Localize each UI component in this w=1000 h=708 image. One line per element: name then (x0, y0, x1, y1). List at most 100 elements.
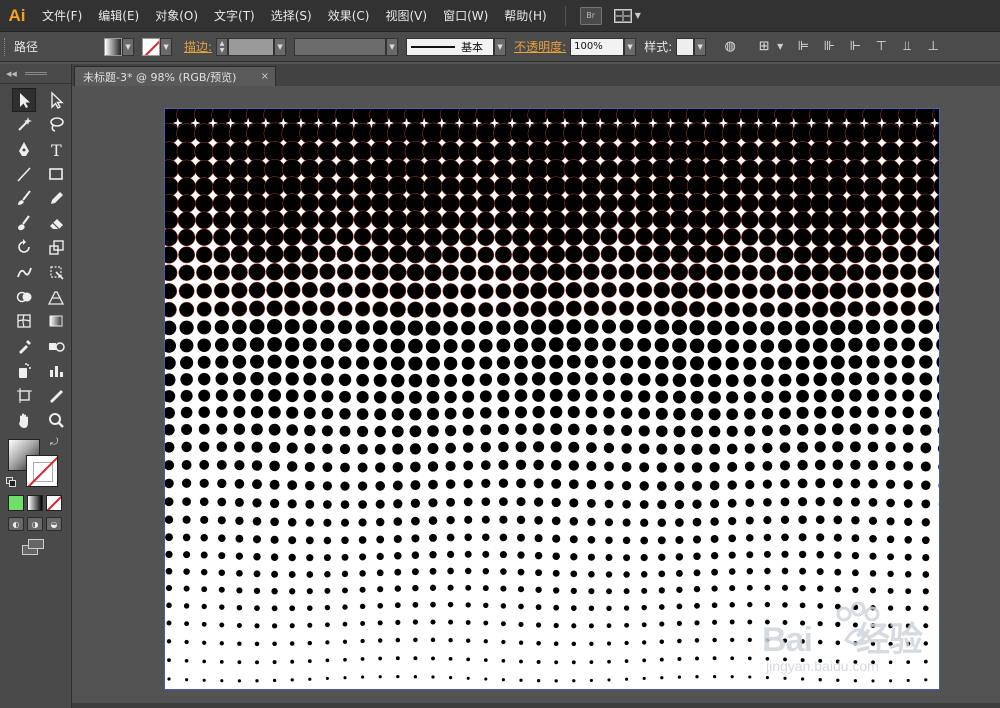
stroke-color-box[interactable] (26, 455, 58, 488)
halftone-dot (705, 210, 724, 230)
align-right-icon[interactable]: ⊩ (845, 37, 865, 57)
align-horizontal-center-icon[interactable]: ⊪ (819, 37, 839, 57)
stroke-label[interactable]: 描边: (184, 38, 212, 55)
halftone-dot (248, 300, 266, 317)
opacity-label[interactable]: 不透明度: (514, 38, 566, 55)
stroke-weight-field[interactable] (228, 37, 275, 56)
menu-file[interactable]: 文件(F) (34, 0, 90, 32)
selection-tool[interactable] (12, 88, 36, 112)
zoom-tool[interactable] (44, 408, 68, 432)
stroke-swatch[interactable] (142, 37, 161, 56)
halftone-dot (318, 210, 337, 229)
hand-tool[interactable] (12, 408, 36, 432)
horizontal-scrollbar[interactable] (72, 703, 1000, 708)
shape-builder-tool[interactable] (12, 285, 36, 309)
type-tool[interactable]: T (44, 137, 68, 161)
eraser-tool[interactable] (44, 211, 68, 235)
blob-brush-tool[interactable] (12, 211, 36, 235)
control-bar-grip[interactable] (4, 37, 8, 56)
bridge-button[interactable]: Br (579, 6, 602, 25)
menu-type[interactable]: 文字(T) (206, 0, 263, 32)
opacity-field[interactable]: 100% (570, 37, 625, 56)
menu-select[interactable]: 选择(S) (263, 0, 320, 32)
free-transform-tool[interactable] (44, 260, 68, 284)
align-to-selection-icon[interactable]: ⊞ (754, 37, 774, 57)
artboard-tool[interactable] (12, 383, 36, 407)
halftone-dot (816, 550, 824, 559)
draw-behind-button[interactable]: ◑ (27, 517, 43, 532)
panel-grabber[interactable] (24, 72, 47, 75)
align-top-icon[interactable]: ⊤ (871, 37, 891, 57)
arrange-documents-button[interactable]: ▼ (613, 8, 641, 23)
halftone-dot (798, 550, 807, 559)
screen-mode-button[interactable] (22, 539, 46, 557)
stroke-color-dropdown[interactable]: ▼ (160, 37, 173, 56)
document-tab[interactable]: 未标题-3* @ 98% (RGB/预览) × (74, 66, 276, 86)
align-vertical-center-icon[interactable]: ⫫ (897, 37, 917, 57)
menu-edit[interactable]: 编辑(E) (90, 0, 147, 32)
collapse-arrows-icon[interactable]: ◀◀ (6, 70, 17, 78)
halftone-dot (677, 638, 682, 644)
perspective-grid-tool[interactable] (44, 285, 68, 309)
stroke-weight-dropdown[interactable]: ▼ (274, 37, 287, 56)
scale-tool[interactable] (44, 236, 68, 260)
close-icon[interactable]: × (261, 71, 269, 82)
halftone-dot (378, 675, 382, 679)
lasso-tool[interactable] (44, 113, 68, 137)
graphic-style-dropdown[interactable]: ▼ (694, 37, 707, 56)
rectangle-tool[interactable] (44, 162, 68, 186)
graphic-style-swatch[interactable] (676, 37, 695, 56)
halftone-dot (725, 356, 739, 371)
column-graph-tool[interactable] (44, 359, 68, 383)
halftone-dot (569, 498, 579, 508)
draw-inside-button[interactable]: ◒ (46, 517, 62, 532)
swap-fill-stroke-icon[interactable]: ⤾ (50, 437, 58, 448)
halftone-dot (531, 355, 546, 369)
fill-dropdown[interactable]: ▼ (122, 37, 135, 56)
default-fill-stroke-icon[interactable] (6, 477, 16, 488)
gradient-tool[interactable] (44, 309, 68, 333)
pen-tool[interactable] (12, 137, 36, 161)
opacity-dropdown[interactable]: ▼ (624, 37, 637, 56)
menu-help[interactable]: 帮助(H) (496, 0, 554, 32)
gradient-mode-button[interactable] (27, 495, 43, 512)
menu-window[interactable]: 窗口(W) (435, 0, 496, 32)
menu-view[interactable]: 视图(V) (377, 0, 435, 32)
none-mode-button[interactable] (46, 495, 62, 512)
eyedropper-tool[interactable] (12, 334, 36, 358)
align-left-icon[interactable]: ⊫ (793, 37, 813, 57)
brush-definition-field[interactable]: 基本 (406, 37, 495, 56)
halftone-dot (815, 496, 825, 507)
magic-wand-tool[interactable] (12, 113, 36, 137)
warp-tool[interactable] (12, 260, 36, 284)
pencil-tool[interactable] (44, 186, 68, 210)
halftone-dot (604, 499, 614, 509)
recolor-artwork-icon[interactable]: ◍ (720, 37, 740, 57)
rotate-tool[interactable] (12, 236, 36, 260)
tools-panel-header[interactable]: ◀◀ (0, 64, 71, 84)
blend-tool[interactable] (44, 334, 68, 358)
fill-swatch[interactable] (104, 37, 123, 56)
profile-dropdown[interactable]: ▼ (386, 37, 399, 56)
mesh-tool[interactable] (12, 309, 36, 333)
draw-normal-button[interactable]: ◐ (8, 517, 24, 532)
halftone-dot (607, 659, 611, 664)
menu-effect[interactable]: 效果(C) (320, 0, 378, 32)
slice-tool[interactable] (44, 383, 68, 407)
menu-object[interactable]: 对象(O) (147, 0, 206, 32)
halftone-dot (712, 674, 717, 679)
halftone-dot (300, 210, 319, 229)
paintbrush-tool[interactable] (12, 186, 36, 210)
align-bottom-icon[interactable]: ⊥ (923, 37, 943, 57)
direct-selection-tool[interactable] (44, 88, 68, 112)
line-segment-tool[interactable] (12, 162, 36, 186)
symbol-sprayer-tool[interactable] (12, 359, 36, 383)
chevron-down-icon[interactable]: ▼ (777, 42, 783, 51)
halftone-dot (602, 372, 616, 386)
halftone-dot (587, 517, 596, 527)
color-mode-button[interactable] (8, 495, 24, 512)
stroke-weight-stepper[interactable]: ▲ ▼ (216, 37, 229, 56)
brush-dropdown[interactable]: ▼ (494, 37, 507, 56)
halftone-dot (617, 193, 636, 213)
variable-width-profile[interactable] (294, 37, 387, 56)
